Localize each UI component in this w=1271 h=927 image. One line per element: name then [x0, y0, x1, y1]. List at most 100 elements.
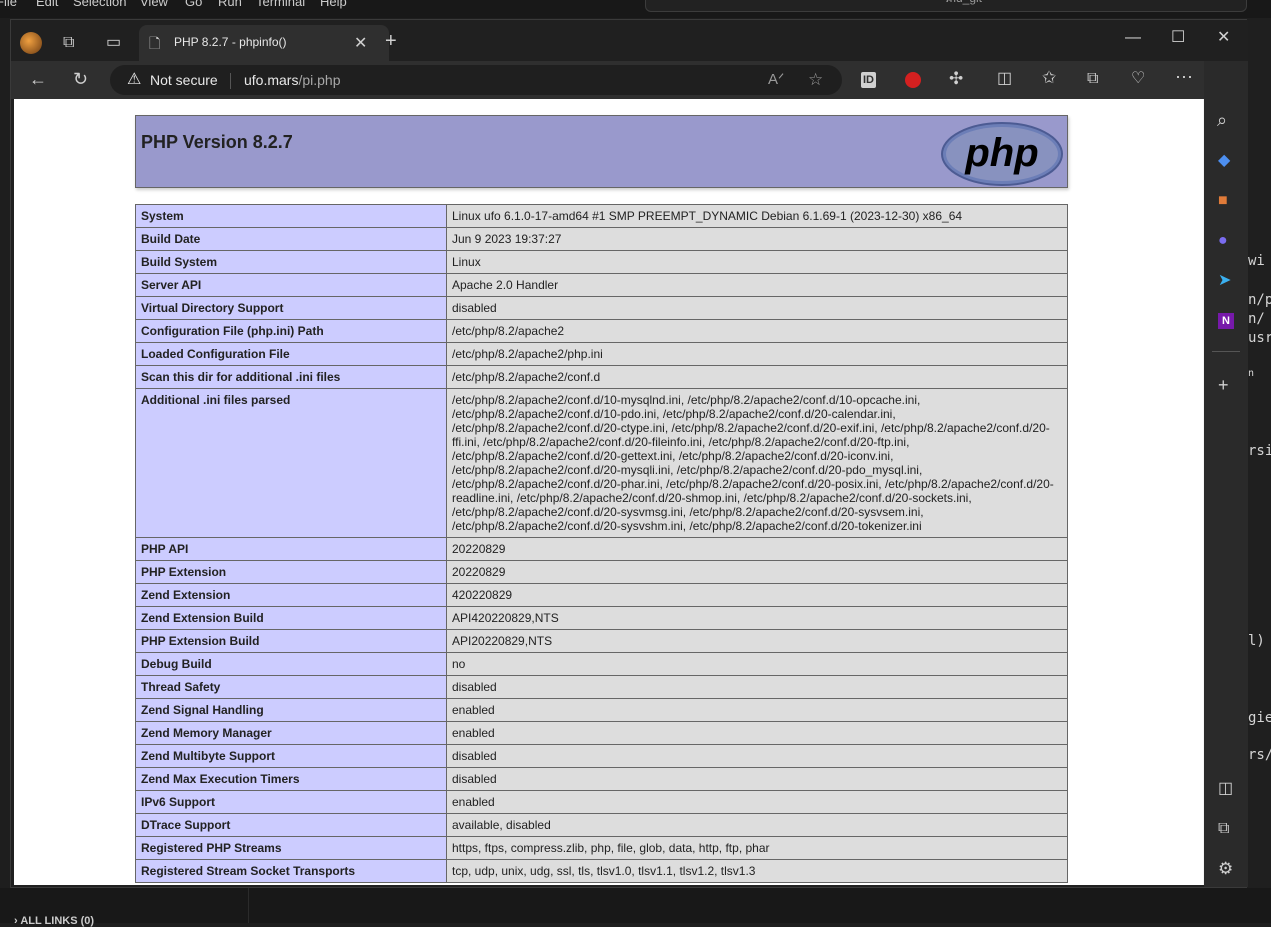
table-row: Zend Extension Build API420220829,NTS [135, 606, 1068, 630]
row-value: /etc/php/8.2/apache2/php.ini [446, 342, 1068, 366]
code-fragment: usr [1248, 330, 1271, 346]
workspaces-icon[interactable]: ⧉ [63, 35, 74, 51]
command-center-search[interactable]: ⌕ md_git [645, 0, 1247, 12]
search-icon[interactable]: ⌕ [1217, 111, 1227, 129]
refresh-icon[interactable]: ↻ [73, 70, 88, 88]
id-extension-icon[interactable]: ID [861, 72, 876, 88]
row-value: Jun 9 2023 19:37:27 [446, 227, 1068, 251]
row-value: API20220829,NTS [446, 629, 1068, 653]
close-window-icon[interactable]: ✕ [1217, 30, 1230, 46]
shopping-tag-icon[interactable]: ◆ [1218, 153, 1230, 169]
page-content: PHP Version 8.2.7 php System Linux ufo 6.… [14, 99, 1203, 885]
row-key: PHP API [135, 537, 447, 561]
menu-go[interactable]: Go [185, 0, 202, 9]
row-value: https, ftps, compress.zlib, php, file, g… [446, 836, 1068, 860]
all-links-section[interactable]: › ALL LINKS (0) [14, 915, 94, 927]
menu-file[interactable]: File [0, 0, 17, 9]
favorites-icon[interactable]: ✩ [1042, 69, 1056, 86]
row-key: Configuration File (php.ini) Path [135, 319, 447, 343]
plus-icon[interactable]: + [385, 31, 397, 51]
vscode-menubar: File Edit Selection View Go Run Terminal… [0, 0, 1271, 18]
tab-actions-icon[interactable]: ▭ [106, 35, 121, 51]
row-value: disabled [446, 767, 1068, 791]
microsoft365-icon[interactable]: ● [1218, 233, 1228, 249]
open-external-icon[interactable]: ⧉ [1218, 821, 1229, 837]
read-aloud-icon[interactable]: Aᐟ [768, 72, 784, 88]
row-value: disabled [446, 296, 1068, 320]
row-key: PHP Extension [135, 560, 447, 584]
code-fragment: l) [1248, 633, 1265, 649]
browser-sidebar: ⌕ ◆ ■ ● ➤ N + ◫ ⧉ ⚙ [1204, 61, 1248, 887]
row-value: disabled [446, 675, 1068, 699]
code-fragment: rs/ [1248, 747, 1271, 763]
code-fragment: gie [1248, 710, 1271, 726]
row-key: Thread Safety [135, 675, 447, 699]
minimize-icon[interactable]: — [1125, 30, 1141, 46]
warning-icon[interactable]: ⚠ [127, 72, 141, 88]
maximize-icon[interactable]: ☐ [1171, 30, 1185, 46]
menu-view[interactable]: View [140, 0, 168, 9]
table-row: PHP API 20220829 [135, 537, 1068, 561]
split-screen-icon[interactable]: ◫ [997, 71, 1012, 87]
table-row: Zend Signal Handling enabled [135, 698, 1068, 722]
row-value: enabled [446, 721, 1068, 745]
collections-icon[interactable]: ⧉ [1087, 71, 1098, 87]
tab-phpinfo[interactable]: 🗋 PHP 8.2.7 - phpinfo() ✕ [139, 25, 389, 61]
row-value: available, disabled [446, 813, 1068, 837]
row-value: enabled [446, 698, 1068, 722]
row-key: Debug Build [135, 652, 447, 676]
row-value: tcp, udp, unix, udg, ssl, tls, tlsv1.0, … [446, 859, 1068, 883]
all-links-label: ALL LINKS (0) [20, 915, 95, 927]
row-key: Zend Signal Handling [135, 698, 447, 722]
settings-gear-icon[interactable]: ⚙ [1218, 860, 1233, 877]
search-text: md_git [946, 0, 982, 9]
table-row: DTrace Support available, disabled [135, 813, 1068, 837]
profile-avatar-icon[interactable] [20, 32, 42, 54]
back-arrow-icon[interactable]: ← [29, 70, 47, 88]
menu-selection[interactable]: Selection [73, 0, 126, 9]
address-divider [230, 73, 231, 89]
row-key: Additional .ini files parsed [135, 388, 447, 538]
menu-help[interactable]: Help [320, 0, 347, 9]
code-fragment: n/ [1248, 311, 1265, 327]
row-value: /etc/php/8.2/apache2/conf.d/10-mysqlnd.i… [446, 388, 1068, 538]
star-icon[interactable]: ☆ [808, 71, 823, 88]
row-value: /etc/php/8.2/apache2 [446, 319, 1068, 343]
menu-run[interactable]: Run [218, 0, 242, 9]
add-sidebar-app-icon[interactable]: + [1218, 376, 1229, 394]
row-value: Apache 2.0 Handler [446, 273, 1068, 297]
php-logo: php [941, 122, 1063, 186]
url-text[interactable]: ufo.mars/pi.php [244, 72, 341, 88]
code-fragment: n [1248, 368, 1255, 379]
row-key: Virtual Directory Support [135, 296, 447, 320]
row-key: PHP Extension Build [135, 629, 447, 653]
menu-edit[interactable]: Edit [36, 0, 58, 9]
heart-pulse-icon[interactable]: ♡ [1131, 71, 1145, 87]
table-row: Zend Extension 420220829 [135, 583, 1068, 607]
row-value: 20220829 [446, 537, 1068, 561]
tools-icon[interactable]: ■ [1218, 193, 1228, 209]
menu-terminal[interactable]: Terminal [256, 0, 305, 9]
puzzle-icon[interactable]: ✣ [949, 70, 963, 87]
send-icon[interactable]: ➤ [1218, 273, 1231, 289]
table-row: Scan this dir for additional .ini files /… [135, 365, 1068, 389]
row-key: Registered PHP Streams [135, 836, 447, 860]
table-row: Zend Max Execution Timers disabled [135, 767, 1068, 791]
hide-sidebar-icon[interactable]: ◫ [1218, 781, 1233, 797]
row-key: Zend Memory Manager [135, 721, 447, 745]
address-bar[interactable]: ⚠ Not secure ufo.mars/pi.php Aᐟ ☆ [110, 65, 842, 95]
row-key: Server API [135, 273, 447, 297]
adblock-extension-icon[interactable] [905, 72, 921, 88]
close-icon[interactable]: ✕ [354, 33, 367, 53]
row-value: enabled [446, 790, 1068, 814]
tab-title: PHP 8.2.7 - phpinfo() [174, 35, 287, 49]
more-icon[interactable]: ⋯ [1175, 68, 1193, 86]
onenote-icon[interactable]: N [1218, 313, 1234, 329]
table-row: PHP Extension 20220829 [135, 560, 1068, 584]
security-label[interactable]: Not secure [150, 72, 218, 88]
table-row: PHP Extension Build API20220829,NTS [135, 629, 1068, 653]
table-row: Configuration File (php.ini) Path/etc/ph… [135, 319, 1068, 343]
url-path: /pi.php [298, 72, 341, 88]
table-row: Zend Multibyte Support disabled [135, 744, 1068, 768]
row-value: Linux [446, 250, 1068, 274]
